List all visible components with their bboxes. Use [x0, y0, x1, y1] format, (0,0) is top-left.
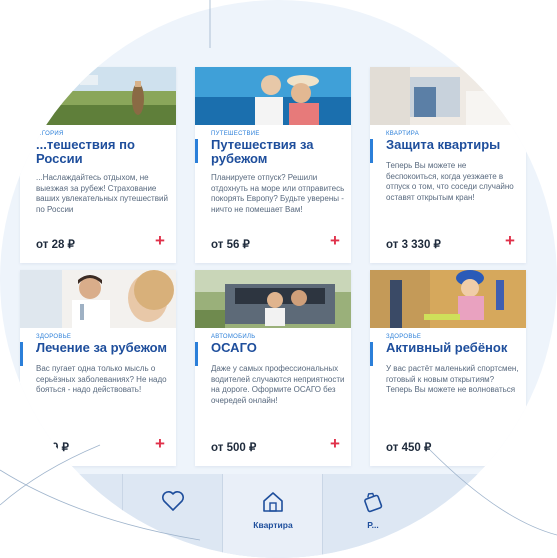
card-description: Вас пугает одна только мысль о серьёзных… [36, 364, 167, 394]
family-beach-photo [195, 67, 351, 125]
card-accent-bar [195, 139, 198, 163]
apartment-photo [370, 67, 526, 125]
nav-label: Р... [367, 520, 379, 530]
house-icon [263, 492, 283, 512]
nav-item-health[interactable] [122, 474, 223, 558]
product-card-treatment-abroad[interactable]: ЗДОРОВЬЕ Лечение за рубежом Вас пугает о… [20, 270, 176, 466]
card-title[interactable]: Активный ребёнок [386, 341, 520, 355]
card-description: Теперь Вы можете не беспокоиться, когда … [386, 161, 514, 202]
card-price: от 56 ₽ [211, 239, 250, 251]
card-accent-bar [20, 342, 23, 366]
card-description: ...Наслаждайтесь отдыхом, не выезжая за … [36, 173, 168, 214]
card-price: от 500 ₽ [211, 442, 257, 454]
add-plus-icon[interactable]: + [502, 232, 518, 249]
product-card-osago[interactable]: АВТОМОБИЛЬ ОСАГО Даже у самых профессион… [195, 270, 351, 466]
product-card-apartment[interactable]: КВАРТИРА Защита квартиры Теперь Вы может… [370, 67, 526, 263]
car-family-photo [195, 270, 351, 328]
card-description: У вас растёт маленький спортсмен, готовы… [386, 364, 519, 394]
circular-viewport: ...ГОРИЯ ...тешествия по России ...Насла… [0, 0, 557, 558]
card-accent-bar [20, 139, 23, 163]
bottom-navigation: Квартира Р... [0, 474, 557, 558]
card-description: Планируете отпуск? Решили отдохнуть на м… [211, 173, 345, 214]
add-plus-icon[interactable]: + [327, 232, 343, 249]
card-accent-bar [370, 342, 373, 366]
card-price: от 3 330 ₽ [386, 239, 441, 251]
card-price: ...99 ₽ [36, 442, 69, 454]
card-price: от 450 ₽ [386, 442, 432, 454]
add-plus-icon[interactable]: + [502, 435, 518, 452]
child-bike-photo [370, 270, 526, 328]
nav-item-travel[interactable]: Р... [322, 474, 423, 558]
add-plus-icon[interactable]: + [152, 435, 168, 452]
card-title[interactable]: Путешествия за рубежом [211, 138, 345, 166]
card-title[interactable]: Лечение за рубежом [36, 341, 170, 355]
suitcase-icon [364, 492, 383, 513]
nav-label: Квартира [253, 520, 293, 530]
fisherman-photo [20, 67, 176, 125]
heart-icon [162, 491, 184, 511]
card-title[interactable]: ОСАГО [211, 341, 345, 355]
product-card-abroad-travel[interactable]: ПУТЕШЕСТВИЕ Путешествия за рубежом Плани… [195, 67, 351, 263]
card-accent-bar [195, 342, 198, 366]
card-accent-bar [370, 139, 373, 163]
card-title[interactable]: ...тешествия по России [36, 138, 170, 166]
add-plus-icon[interactable]: + [327, 435, 343, 452]
card-description: Даже у самых профессиональных водителей … [211, 364, 345, 405]
product-card-russia-travel[interactable]: ...ГОРИЯ ...тешествия по России ...Насла… [20, 67, 176, 263]
add-plus-icon[interactable]: + [152, 232, 168, 249]
card-price: от 28 ₽ [36, 239, 75, 251]
product-card-active-child[interactable]: ЗДОРОВЬЕ Активный ребёнок У вас растёт м… [370, 270, 526, 466]
doctor-photo [20, 270, 176, 328]
nav-item-apartment[interactable]: Квартира [222, 474, 323, 558]
card-title[interactable]: Защита квартиры [386, 138, 520, 152]
